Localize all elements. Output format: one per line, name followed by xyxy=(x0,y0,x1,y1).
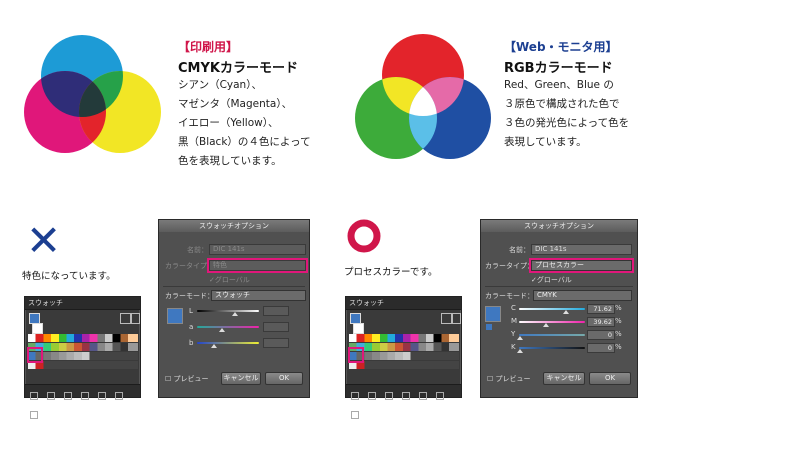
swatches-panel: スウォッチ xyxy=(24,296,141,419)
color-preview-swatch xyxy=(167,308,183,324)
cmyk-description: シアン（Cyan）、 マゼンタ（Magenta）、 イエロー（Yellow）、 … xyxy=(178,79,311,167)
swatch-grid xyxy=(349,334,459,370)
rgb-tag: 【Web・モニタ用】 xyxy=(504,40,618,54)
color-type-select[interactable]: プロセスカラー xyxy=(529,258,634,273)
name-label: 名前： xyxy=(187,246,208,254)
global-checkbox[interactable]: ✓グローバル xyxy=(209,275,250,285)
y-slider-knob[interactable] xyxy=(517,336,523,340)
swatch-grid xyxy=(28,334,138,370)
cancel-button[interactable]: キャンセル xyxy=(221,372,261,385)
preview-checkbox[interactable]: ☐ プレビュー xyxy=(487,374,531,384)
c-unit: % xyxy=(615,304,622,312)
c-value-field[interactable]: 71.62 xyxy=(587,304,615,314)
l-value-field[interactable] xyxy=(263,306,289,316)
b-slider-knob[interactable] xyxy=(211,344,217,348)
swatches-panel-footer xyxy=(346,384,461,419)
right-caption: プロセスカラーです。 xyxy=(344,267,438,278)
x-mark: ✕ xyxy=(26,216,62,265)
k-slider-knob[interactable] xyxy=(517,349,523,353)
grid-view-icon[interactable] xyxy=(131,313,140,324)
grid-view-icon[interactable] xyxy=(452,313,461,324)
l-slider-knob[interactable] xyxy=(232,312,238,316)
rgb-description: Red、Green、Blue の ３原色で構成された色で ３色の発光色によって色… xyxy=(504,79,630,148)
channel-label-y: Y xyxy=(511,330,516,338)
o-mark xyxy=(347,219,381,253)
m-unit: % xyxy=(615,317,622,325)
swatch-options-dialog: スウォッチオプション 名前： DIC 141s カラータイプ： プロセスカラー … xyxy=(480,219,638,398)
swatch-options-dialog: スウォッチオプション 名前： DIC 141s カラータイプ： 特色 ✓グローバ… xyxy=(158,219,310,398)
c-slider[interactable] xyxy=(519,308,585,310)
color-mode-select[interactable]: CMYK xyxy=(533,290,632,301)
color-mode-label: カラーモード： xyxy=(485,292,534,300)
dialog-title: スウォッチオプション xyxy=(159,220,309,232)
c-slider-knob[interactable] xyxy=(563,310,569,314)
preview-checkbox[interactable]: ☐ プレビュー xyxy=(165,374,209,384)
k-value-field[interactable]: 0 xyxy=(587,343,615,353)
color-mode-select[interactable]: スウォッチ xyxy=(211,290,306,301)
swatches-panel: スウォッチ xyxy=(345,296,462,419)
m-slider-knob[interactable] xyxy=(543,323,549,327)
a-slider-knob[interactable] xyxy=(219,328,225,332)
channel-label-m: M xyxy=(511,317,518,325)
channel-label-l: L xyxy=(189,307,193,315)
channel-label-c: C xyxy=(511,304,516,312)
a-value-field[interactable] xyxy=(263,322,289,332)
swatches-panel-title: スウォッチ xyxy=(346,297,461,310)
color-type-label: カラータイプ： xyxy=(165,262,214,270)
stroke-color-swatch[interactable] xyxy=(32,323,43,334)
k-slider[interactable] xyxy=(519,347,585,349)
name-field[interactable]: DIC 141s xyxy=(531,244,632,255)
ok-button[interactable]: OK xyxy=(265,372,303,385)
color-type-label: カラータイプ： xyxy=(485,262,534,270)
channel-label-b: b xyxy=(189,339,194,347)
selected-swatch-highlight[interactable] xyxy=(27,347,43,363)
left-caption: 特色になっています。 xyxy=(22,271,116,282)
l-slider[interactable] xyxy=(197,310,259,312)
divider xyxy=(163,286,305,287)
channel-label-a: a xyxy=(189,323,194,331)
color-type-select[interactable]: 特色 xyxy=(207,258,308,273)
swatches-panel-footer xyxy=(25,384,140,419)
b-value-field[interactable] xyxy=(263,338,289,348)
channel-label-k: K xyxy=(511,343,516,351)
cmyk-tag: 【印刷用】 xyxy=(178,40,239,54)
global-checkbox[interactable]: ✓グローバル xyxy=(531,275,572,285)
color-preview-swatch xyxy=(485,306,501,322)
y-unit: % xyxy=(615,330,622,338)
divider xyxy=(485,286,633,287)
list-view-icon[interactable] xyxy=(441,313,452,324)
out-of-web-icon[interactable] xyxy=(486,324,492,330)
cancel-button[interactable]: キャンセル xyxy=(543,372,585,385)
ok-button[interactable]: OK xyxy=(589,372,631,385)
cmyk-title: CMYKカラーモード xyxy=(178,61,298,76)
stroke-color-swatch[interactable] xyxy=(353,323,364,334)
list-view-icon[interactable] xyxy=(120,313,131,324)
y-slider[interactable] xyxy=(519,334,585,336)
name-field[interactable]: DIC 141s xyxy=(209,244,306,255)
k-unit: % xyxy=(615,343,622,351)
rgb-title: RGBカラーモード xyxy=(504,61,613,76)
a-slider[interactable] xyxy=(197,326,259,328)
color-mode-label: カラーモード： xyxy=(165,292,214,300)
selected-swatch-highlight[interactable] xyxy=(348,347,364,363)
y-value-field[interactable]: 0 xyxy=(587,330,615,340)
b-slider[interactable] xyxy=(197,342,259,344)
m-value-field[interactable]: 39.62 xyxy=(587,317,615,327)
rgb-venn-diagram xyxy=(355,34,491,159)
m-slider[interactable] xyxy=(519,321,585,323)
name-label: 名前： xyxy=(509,246,530,254)
cmyk-venn-diagram xyxy=(24,35,161,153)
swatches-panel-title: スウォッチ xyxy=(25,297,140,310)
dialog-title: スウォッチオプション xyxy=(481,220,637,232)
